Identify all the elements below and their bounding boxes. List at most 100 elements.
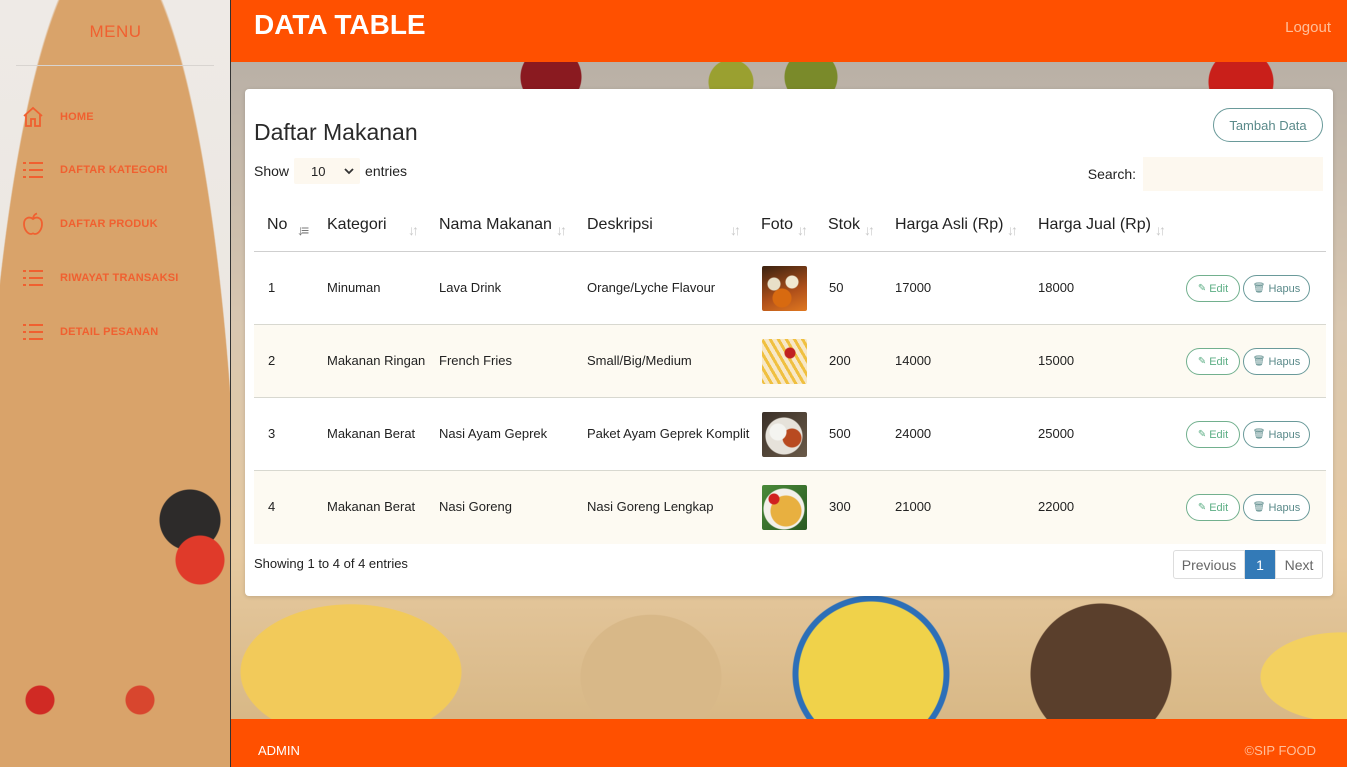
home-icon	[20, 104, 46, 130]
list-icon	[20, 157, 46, 183]
cell-no: 4	[268, 499, 276, 514]
sidebar-item-home[interactable]: HOME	[20, 102, 94, 132]
entries-select[interactable]: 10	[294, 158, 361, 184]
data-card: Daftar Makanan Tambah Data Show 10 entri…	[245, 89, 1333, 596]
entries-length-control: Show 10 entries	[254, 158, 407, 184]
sort-icon: ↓↑	[408, 222, 419, 238]
page-footer: ADMIN ©SIP FOOD	[231, 719, 1347, 767]
column-header-deskripsi[interactable]: Deskripsi	[587, 216, 653, 234]
table-row: 3 Makanan Berat Nasi Ayam Geprek Paket A…	[254, 398, 1326, 471]
sidebar-item-daftar-produk[interactable]: DAFTAR PRODUK	[20, 209, 158, 239]
delete-button[interactable]: 🗑 Hapus	[1243, 275, 1310, 302]
edit-button[interactable]: ✎ Edit	[1186, 494, 1240, 521]
product-photo	[762, 266, 807, 311]
edit-button[interactable]: ✎ Edit	[1186, 421, 1240, 448]
cell-harga-jual: 22000	[1038, 499, 1075, 514]
delete-button[interactable]: 🗑 Hapus	[1243, 494, 1310, 521]
sidebar: MENU HOME DAFTAR KATEGORI DAFTAR PRODUK …	[0, 0, 231, 767]
cell-stok: 300	[829, 499, 851, 514]
column-header-stok[interactable]: Stok	[828, 216, 860, 234]
sort-icon: ↓↑	[1007, 222, 1018, 238]
top-header: DATA TABLE Logout	[231, 0, 1347, 62]
cell-nama: French Fries	[439, 353, 512, 368]
product-photo	[762, 412, 807, 457]
sidebar-item-detail-pesanan[interactable]: DETAIL PESANAN	[20, 317, 158, 347]
cell-no: 1	[268, 280, 276, 295]
search-input[interactable]	[1143, 157, 1323, 191]
sort-icon: ↓↑	[864, 222, 875, 238]
cell-deskripsi: Nasi Goreng Lengkap	[587, 499, 714, 514]
column-header-harga-jual[interactable]: Harga Jual (Rp)	[1038, 216, 1151, 234]
page-1-button[interactable]: 1	[1245, 550, 1275, 579]
cell-stok: 50	[829, 280, 844, 295]
chevron-down-icon	[344, 167, 354, 174]
sidebar-item-label: DAFTAR KATEGORI	[60, 164, 168, 176]
table-row: 4 Makanan Berat Nasi Goreng Nasi Goreng …	[254, 471, 1326, 544]
sidebar-item-label: DAFTAR PRODUK	[60, 218, 158, 230]
data-table: No ↓≡ Kategori ↓↑ Nama Makanan ↓↑ Deskri…	[254, 206, 1326, 544]
sidebar-item-daftar-kategori[interactable]: DAFTAR KATEGORI	[20, 155, 168, 185]
table-row: 1 Minuman Lava Drink Orange/Lyche Flavou…	[254, 252, 1326, 325]
sort-icon: ↓↑	[1155, 222, 1166, 238]
sort-icon: ↓↑	[797, 222, 808, 238]
menu-title: MENU	[89, 22, 142, 41]
product-photo	[762, 485, 807, 530]
cell-kategori: Makanan Berat	[327, 499, 416, 514]
edit-label: Edit	[1209, 355, 1229, 368]
edit-icon: ✎	[1197, 356, 1207, 367]
delete-button[interactable]: 🗑 Hapus	[1243, 421, 1310, 448]
cell-stok: 200	[829, 353, 851, 368]
sort-icon: ↓↑	[730, 222, 741, 238]
cell-no: 3	[268, 426, 276, 441]
cell-harga-jual: 25000	[1038, 426, 1075, 441]
trash-icon: 🗑	[1252, 283, 1266, 294]
list-icon	[20, 319, 46, 345]
list-icon	[20, 265, 46, 291]
table-row: 2 Makanan Ringan French Fries Small/Big/…	[254, 325, 1326, 398]
edit-icon: ✎	[1197, 283, 1207, 294]
search-label: Search:	[1087, 166, 1136, 182]
sidebar-item-label: RIWAYAT TRANSAKSI	[60, 272, 179, 284]
logout-link[interactable]: Logout	[1285, 19, 1331, 36]
cell-deskripsi: Paket Ayam Geprek Komplit	[587, 426, 750, 441]
apple-icon	[20, 211, 46, 237]
delete-button[interactable]: 🗑 Hapus	[1243, 348, 1310, 375]
footer-admin-label: ADMIN	[258, 743, 300, 758]
column-header-no[interactable]: No	[267, 216, 287, 234]
cell-harga-asli: 14000	[895, 353, 932, 368]
edit-icon: ✎	[1197, 429, 1207, 440]
column-header-nama-makanan[interactable]: Nama Makanan	[439, 216, 552, 234]
edit-label: Edit	[1209, 428, 1229, 441]
column-header-harga-asli[interactable]: Harga Asli (Rp)	[895, 216, 1003, 234]
table-info: Showing 1 to 4 of 4 entries	[254, 556, 408, 571]
sort-desc-icon: ↓≡	[297, 222, 309, 238]
entries-label: entries	[365, 163, 408, 179]
trash-icon: 🗑	[1252, 429, 1266, 440]
previous-page-button[interactable]: Previous	[1173, 550, 1245, 579]
column-header-kategori[interactable]: Kategori	[327, 216, 387, 234]
cell-nama: Nasi Ayam Geprek	[439, 426, 548, 441]
column-header-foto[interactable]: Foto	[761, 216, 793, 234]
sort-icon: ↓↑	[556, 222, 567, 238]
edit-button[interactable]: ✎ Edit	[1186, 348, 1240, 375]
entries-select-value: 10	[311, 163, 326, 179]
edit-label: Edit	[1209, 282, 1229, 295]
trash-icon: 🗑	[1252, 502, 1266, 513]
cell-nama: Lava Drink	[439, 280, 502, 295]
show-label: Show	[254, 163, 290, 179]
cell-harga-jual: 15000	[1038, 353, 1075, 368]
delete-label: Hapus	[1268, 501, 1301, 514]
cell-no: 2	[268, 353, 276, 368]
page-title: DATA TABLE	[254, 9, 426, 40]
sidebar-item-riwayat-transaksi[interactable]: RIWAYAT TRANSAKSI	[20, 263, 179, 293]
edit-button[interactable]: ✎ Edit	[1186, 275, 1240, 302]
cell-harga-asli: 24000	[895, 426, 932, 441]
card-title: Daftar Makanan	[254, 119, 418, 145]
add-data-button[interactable]: Tambah Data	[1213, 108, 1323, 142]
cell-nama: Nasi Goreng	[439, 499, 512, 514]
cell-deskripsi: Small/Big/Medium	[587, 353, 692, 368]
cell-kategori: Minuman	[327, 280, 381, 295]
cell-stok: 500	[829, 426, 851, 441]
next-page-button[interactable]: Next	[1275, 550, 1323, 579]
cell-kategori: Makanan Ringan	[327, 353, 426, 368]
